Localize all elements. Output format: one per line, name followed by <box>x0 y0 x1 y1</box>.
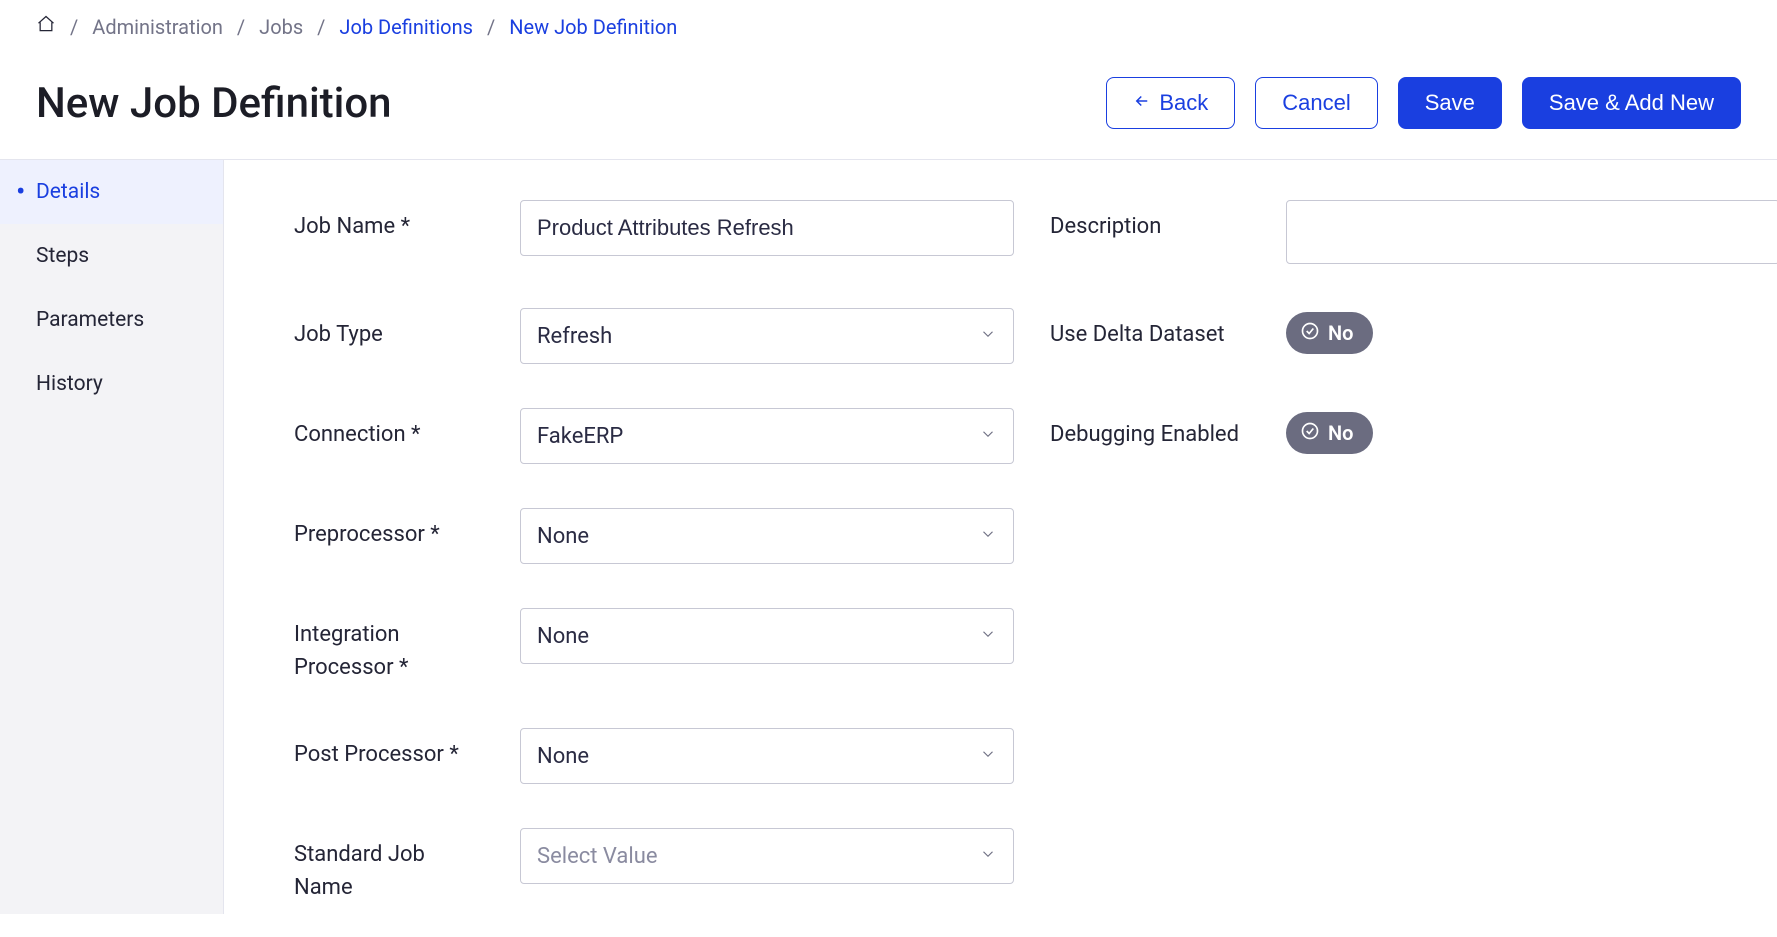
check-circle-icon <box>1300 321 1320 346</box>
description-input[interactable] <box>1286 200 1777 264</box>
cancel-button-label: Cancel <box>1282 90 1350 116</box>
connection-select[interactable]: FakeERP <box>520 408 1014 464</box>
use-delta-dataset-value: No <box>1328 321 1353 345</box>
debugging-enabled-label: Debugging Enabled <box>1050 408 1250 451</box>
sidebar: Details Steps Parameters History <box>0 160 224 914</box>
sidebar-item-details[interactable]: Details <box>0 160 223 224</box>
chevron-down-icon <box>979 624 997 649</box>
back-button[interactable]: Back <box>1106 77 1235 129</box>
breadcrumb: / Administration / Jobs / Job Definition… <box>0 0 1777 49</box>
preprocessor-label: Preprocessor <box>294 508 484 551</box>
debugging-enabled-value: No <box>1328 421 1353 445</box>
chevron-down-icon <box>979 744 997 769</box>
home-icon[interactable] <box>36 14 56 39</box>
description-label: Description <box>1050 200 1250 243</box>
integration-processor-label: Integration Processor <box>294 608 484 684</box>
breadcrumb-job-definitions[interactable]: Job Definitions <box>339 15 473 39</box>
breadcrumb-administration[interactable]: Administration <box>92 15 223 39</box>
standard-job-name-label: Standard Job Name <box>294 828 484 904</box>
job-type-label: Job Type <box>294 308 484 351</box>
sidebar-item-history[interactable]: History <box>0 352 223 416</box>
breadcrumb-separator: / <box>317 15 325 39</box>
job-name-label: Job Name <box>294 200 484 243</box>
header-actions: Back Cancel Save Save & Add New <box>1106 77 1741 129</box>
chevron-down-icon <box>979 524 997 549</box>
job-name-input[interactable] <box>537 215 997 241</box>
job-name-input-wrapper <box>520 200 1014 256</box>
breadcrumb-separator: / <box>237 15 245 39</box>
cancel-button[interactable]: Cancel <box>1255 77 1377 129</box>
preprocessor-value: None <box>537 524 589 549</box>
back-button-label: Back <box>1159 90 1208 116</box>
save-button-label: Save <box>1425 90 1475 116</box>
integration-processor-value: None <box>537 624 589 649</box>
connection-value: FakeERP <box>537 424 623 449</box>
breadcrumb-separator: / <box>70 15 78 39</box>
debugging-enabled-toggle[interactable]: No <box>1286 412 1373 454</box>
breadcrumb-separator: / <box>487 15 495 39</box>
use-delta-dataset-label: Use Delta Dataset <box>1050 308 1250 351</box>
save-add-new-button-label: Save & Add New <box>1549 90 1714 116</box>
breadcrumb-current: New Job Definition <box>509 15 677 39</box>
post-processor-value: None <box>537 744 589 769</box>
integration-processor-select[interactable]: None <box>520 608 1014 664</box>
arrow-left-icon <box>1133 90 1151 116</box>
standard-job-name-select[interactable]: Select Value <box>520 828 1014 884</box>
page-header: New Job Definition Back Cancel Save Save… <box>0 49 1777 159</box>
job-type-select[interactable]: Refresh <box>520 308 1014 364</box>
connection-label: Connection <box>294 408 484 451</box>
post-processor-label: Post Processor <box>294 728 484 771</box>
breadcrumb-jobs[interactable]: Jobs <box>259 15 303 39</box>
chevron-down-icon <box>979 844 997 869</box>
sidebar-item-steps[interactable]: Steps <box>0 224 223 288</box>
content-area: Details Steps Parameters History Job Nam… <box>0 159 1777 914</box>
page-title: New Job Definition <box>36 79 1106 128</box>
post-processor-select[interactable]: None <box>520 728 1014 784</box>
check-circle-icon <box>1300 421 1320 446</box>
sidebar-item-parameters[interactable]: Parameters <box>0 288 223 352</box>
form-panel: Job Name Description Job Type Refresh Us… <box>224 160 1777 914</box>
job-type-value: Refresh <box>537 324 612 349</box>
chevron-down-icon <box>979 324 997 349</box>
use-delta-dataset-toggle[interactable]: No <box>1286 312 1373 354</box>
preprocessor-select[interactable]: None <box>520 508 1014 564</box>
save-button[interactable]: Save <box>1398 77 1502 129</box>
standard-job-name-placeholder: Select Value <box>537 844 658 869</box>
chevron-down-icon <box>979 424 997 449</box>
save-add-new-button[interactable]: Save & Add New <box>1522 77 1741 129</box>
